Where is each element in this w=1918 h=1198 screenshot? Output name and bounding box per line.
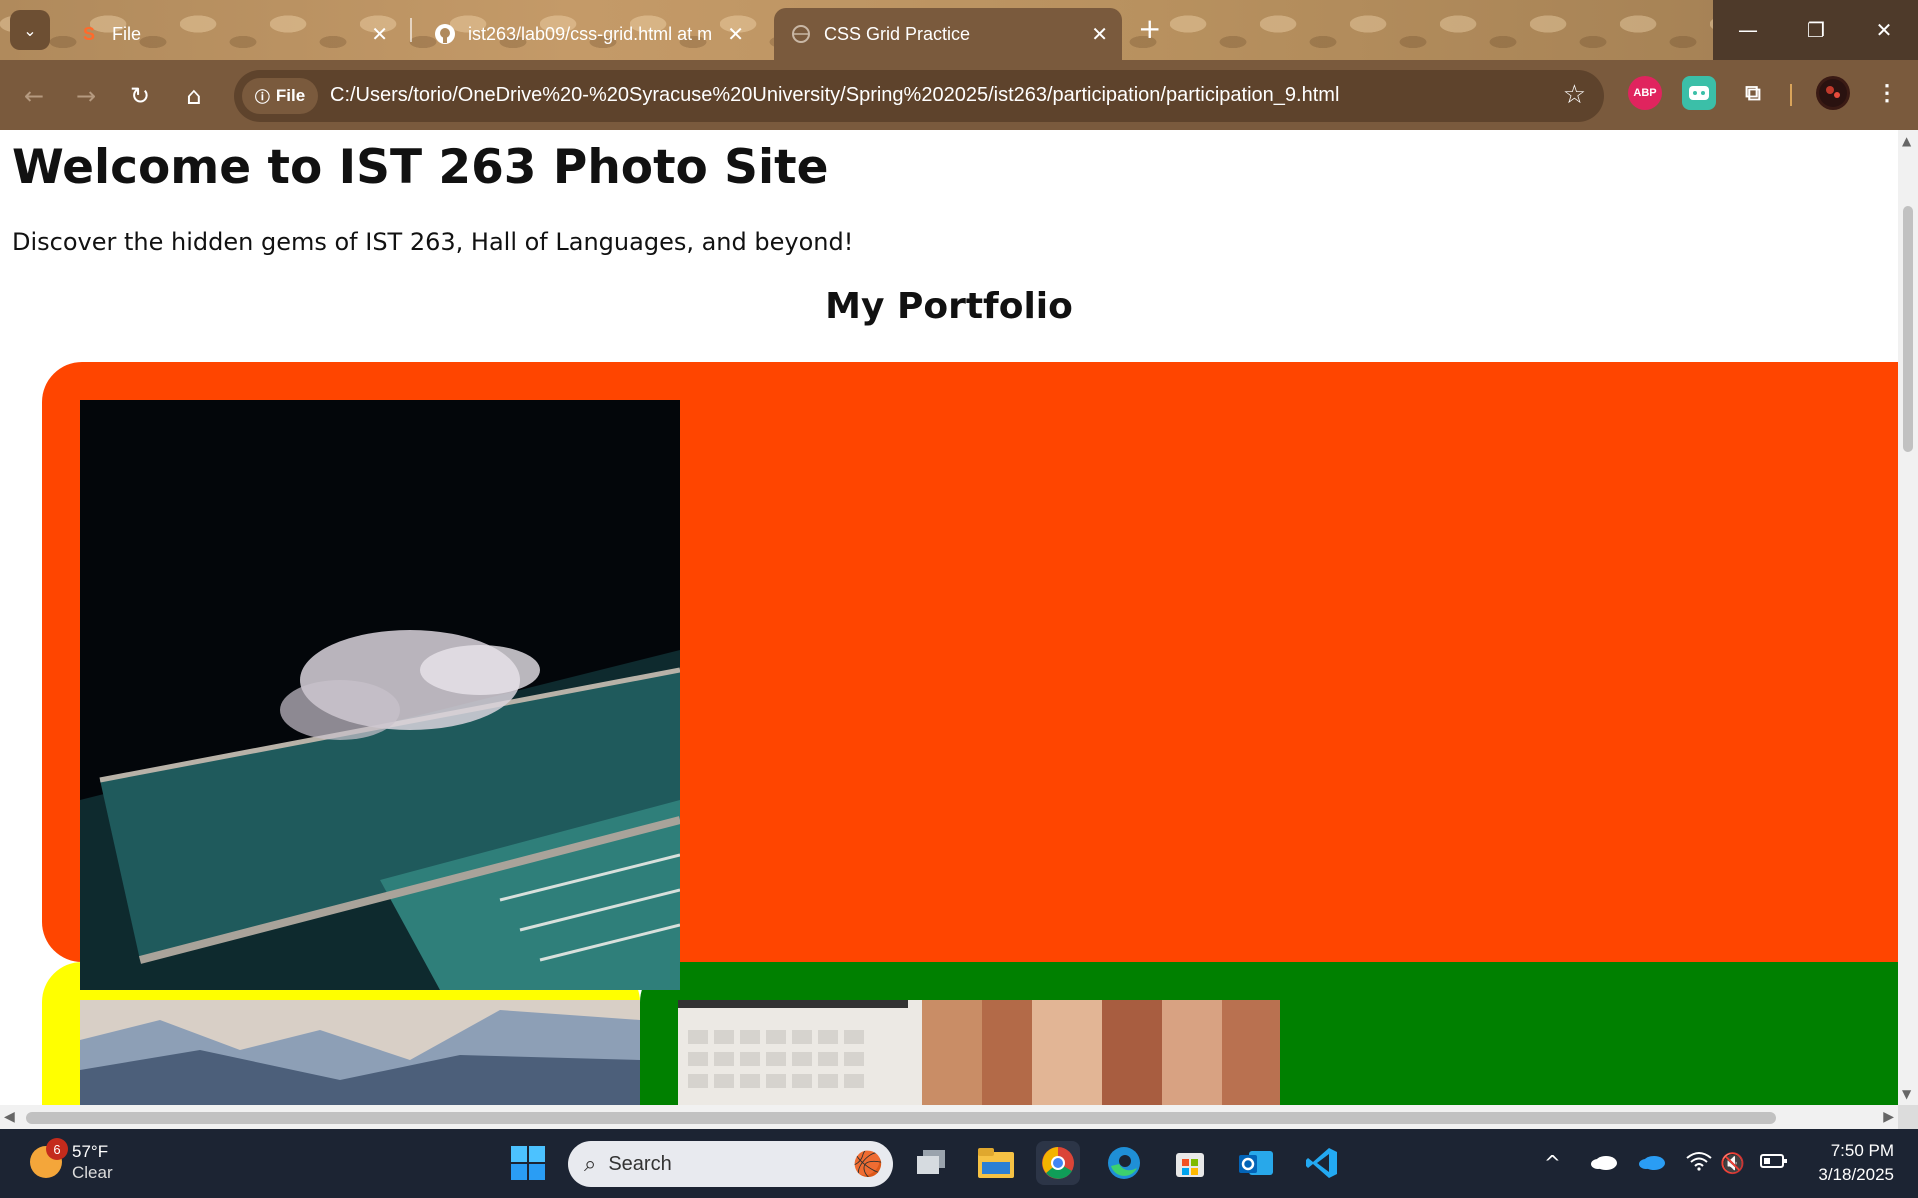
onedrive-business-icon[interactable] <box>1638 1151 1666 1175</box>
site-info-chip[interactable]: ⓘ File <box>242 78 318 114</box>
bookmark-star-icon[interactable]: ☆ <box>1563 80 1586 110</box>
moon-icon: 6 <box>30 1138 68 1178</box>
clock-time: 7:50 PM <box>1830 1141 1894 1160</box>
clock-date: 3/18/2025 <box>1818 1165 1894 1184</box>
back-button[interactable]: ← <box>14 76 54 116</box>
page-title: Welcome to IST 263 Photo Site <box>12 140 829 195</box>
search-icon: ⌕ <box>584 1151 597 1176</box>
vscode-icon[interactable] <box>1300 1141 1344 1185</box>
reload-button[interactable]: ↻ <box>120 76 160 116</box>
browser-toolbar: ← → ↻ ⌂ ⓘ File C:/Users/torio/OneDrive%2… <box>0 60 1918 130</box>
wifi-icon[interactable] <box>1686 1151 1712 1176</box>
file-explorer-icon[interactable] <box>974 1141 1018 1185</box>
tab-search-dropdown[interactable]: ⌄ <box>10 10 50 50</box>
tab-css-grid-practice[interactable]: CSS Grid Practice ✕ <box>774 8 1122 60</box>
scroll-right-icon[interactable]: ▶ <box>1883 1109 1894 1125</box>
scroll-down-icon[interactable]: ▼ <box>1902 1087 1911 1101</box>
vertical-scrollbar[interactable]: ▲ ▼ <box>1898 130 1918 1105</box>
tab-file[interactable]: S File ✕ <box>62 8 402 60</box>
windows-taskbar: 6 57°F Clear ⌕ Search 🏀 ^ 🔇 7:50 PM 3/18… <box>0 1129 1918 1198</box>
tab-divider <box>410 18 412 42</box>
system-clock[interactable]: 7:50 PM 3/18/2025 <box>1818 1139 1894 1187</box>
tab-label: File <box>112 23 142 44</box>
onedrive-personal-icon[interactable] <box>1590 1151 1618 1175</box>
show-hidden-icons-chevron[interactable]: ^ <box>1544 1151 1561 1175</box>
horizontal-scroll-thumb[interactable] <box>26 1112 1776 1124</box>
extension-face-icon[interactable] <box>1682 76 1716 110</box>
volume-muted-icon[interactable]: 🔇 <box>1720 1151 1745 1175</box>
profile-avatar[interactable] <box>1816 76 1850 110</box>
tab-label: ist263/lab09/css-grid.html at m <box>468 23 713 44</box>
new-tab-button[interactable]: + <box>1138 12 1161 45</box>
horizontal-scrollbar[interactable]: ◀ ▶ <box>0 1105 1898 1129</box>
s-logo-icon: S <box>82 23 95 44</box>
search-placeholder: Search <box>608 1152 672 1175</box>
edge-icon[interactable] <box>1102 1141 1146 1185</box>
weather-widget[interactable]: 6 57°F Clear <box>30 1138 113 1183</box>
notification-badge: 6 <box>46 1138 68 1160</box>
restore-button[interactable]: ❐ <box>1782 0 1850 60</box>
close-tab-icon[interactable]: ✕ <box>371 22 388 47</box>
close-tab-icon[interactable]: ✕ <box>1091 22 1108 47</box>
battery-icon[interactable] <box>1760 1151 1788 1175</box>
scroll-left-icon[interactable]: ◀ <box>4 1109 15 1125</box>
chrome-icon[interactable] <box>1036 1141 1080 1185</box>
browser-menu-icon[interactable]: ⋮ <box>1870 76 1904 110</box>
extensions-puzzle-icon[interactable]: ⧉ <box>1736 76 1770 110</box>
url-text[interactable]: C:/Users/torio/OneDrive%20-%20Syracuse%2… <box>330 84 1339 107</box>
vertical-scroll-thumb[interactable] <box>1903 206 1913 452</box>
search-highlight-icon: 🏀 <box>853 1150 883 1178</box>
scroll-up-icon[interactable]: ▲ <box>1902 134 1911 148</box>
browser-title-bar: ⌄ S File ✕ ist263/lab09/css-grid.html at… <box>0 0 1918 60</box>
toolbar-divider <box>1790 84 1792 106</box>
chevron-down-icon: ⌄ <box>23 20 37 40</box>
adblock-plus-icon[interactable]: ABP <box>1628 76 1662 110</box>
page-viewport: Welcome to IST 263 Photo Site Discover t… <box>0 130 1898 1105</box>
task-view-icon[interactable] <box>910 1141 954 1185</box>
info-icon: ⓘ <box>254 88 270 106</box>
home-button[interactable]: ⌂ <box>174 76 214 116</box>
ocean-pool-photo <box>80 400 680 990</box>
tab-label: CSS Grid Practice <box>824 23 971 44</box>
portfolio-heading: My Portfolio <box>825 286 1073 327</box>
close-tab-icon[interactable]: ✕ <box>727 22 744 47</box>
weather-condition: Clear <box>72 1163 113 1182</box>
github-icon <box>434 23 456 45</box>
minimize-button[interactable]: — <box>1714 0 1782 60</box>
site-info-label: File <box>275 86 306 105</box>
globe-icon <box>790 23 812 45</box>
snowy-mountain-photo <box>80 1000 640 1105</box>
tab-github[interactable]: ist263/lab09/css-grid.html at m ✕ <box>418 8 758 60</box>
laptop-desk-photo <box>678 1000 1280 1105</box>
microsoft-store-icon[interactable] <box>1168 1141 1212 1185</box>
outlook-icon[interactable] <box>1234 1141 1278 1185</box>
scrollbar-corner <box>1898 1105 1918 1129</box>
weather-temp: 57°F <box>72 1142 109 1161</box>
address-bar[interactable]: ⓘ File C:/Users/torio/OneDrive%20-%20Syr… <box>234 70 1604 122</box>
windows-start-icon[interactable] <box>506 1141 550 1185</box>
forward-button[interactable]: → <box>66 76 106 116</box>
page-tagline: Discover the hidden gems of IST 263, Hal… <box>12 228 854 256</box>
taskbar-search[interactable]: ⌕ Search 🏀 <box>568 1141 893 1187</box>
close-window-button[interactable]: ✕ <box>1850 0 1918 60</box>
